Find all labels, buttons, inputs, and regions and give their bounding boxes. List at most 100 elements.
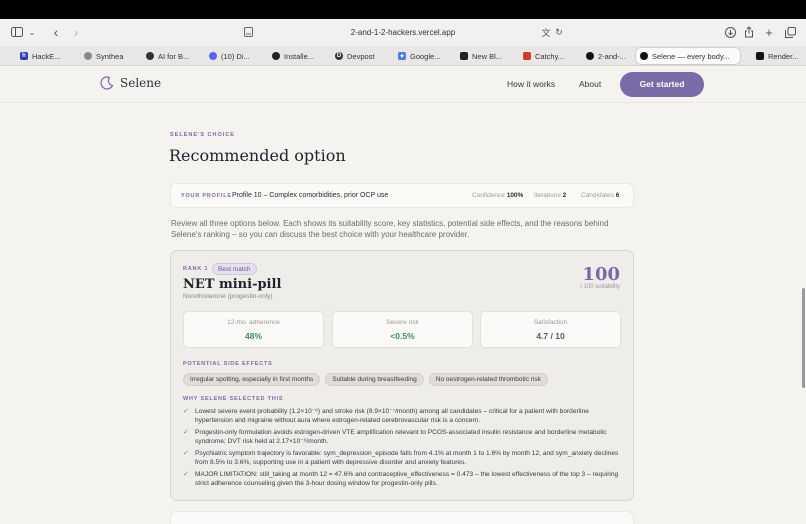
page-scrollbar[interactable]: [802, 288, 805, 388]
check-icon: ✓: [183, 471, 189, 478]
rank-label: RANK 1: [183, 266, 209, 272]
tab-label: AI for B...: [158, 51, 190, 61]
tab-favicon-icon: [84, 52, 92, 60]
tab-2[interactable]: AI for B...: [142, 48, 202, 64]
tab-label: Synthea: [96, 51, 124, 61]
candidates-value: 6: [615, 192, 620, 199]
page-menu-icon[interactable]: [242, 23, 254, 41]
stat-adherence: 12-mo. adherence 48%: [183, 311, 324, 348]
confidence-value: 100%: [506, 192, 524, 199]
profile-label: YOUR PROFILE: [181, 193, 232, 199]
option-subtitle: Norethisterone (progestin-only): [183, 293, 273, 300]
tab-favicon-icon: [460, 52, 468, 60]
iterations-value: 2: [562, 192, 567, 199]
tab-7[interactable]: New Bl...: [456, 48, 516, 64]
tab-strip: h HackE... Synthea AI for B... (10) Di...…: [0, 46, 806, 66]
site-header: Selene How it works About Get started: [0, 66, 806, 103]
reason-text: MAJOR LIMITATION: still_taking at month …: [195, 471, 619, 487]
tab-0[interactable]: h HackE...: [16, 48, 76, 64]
tab-label: 2-and-...: [598, 51, 626, 61]
side-effect-chip: Suitable during breastfeeding: [325, 373, 424, 386]
stat-label: 12-mo. adherence: [227, 319, 280, 326]
tab-label: Catchy...: [535, 51, 565, 61]
reason-item: ✓ Lowest severe event probability (1.2×10…: [183, 408, 623, 425]
tab-4[interactable]: Installe...: [268, 48, 328, 64]
sidebar-toggle-icon[interactable]: [10, 23, 24, 41]
tab-favicon-icon: D: [335, 52, 343, 60]
tab-10-active[interactable]: Selene — every body...: [636, 48, 740, 64]
side-effect-chip: Irregular spotting, especially in first …: [183, 373, 321, 386]
chevron-down-icon[interactable]: ⌄: [27, 23, 37, 41]
tab-label: New Bl...: [472, 51, 503, 61]
stat-value: <0.5%: [390, 331, 415, 341]
tab-favicon-icon: [209, 52, 217, 60]
side-effect-chip: No oestrogen-related thrombotic risk: [428, 373, 548, 386]
profile-summary-bar: YOUR PROFILE Profile 10 – Complex comorb…: [170, 183, 634, 208]
tab-8[interactable]: Catchy...: [519, 48, 579, 64]
tab-label: Render...: [768, 51, 799, 61]
tab-favicon-icon: [523, 52, 531, 60]
tab-favicon-icon: [756, 52, 764, 60]
check-icon: ✓: [183, 408, 189, 415]
tab-9[interactable]: 2-and-...: [582, 48, 632, 64]
tab-1[interactable]: Synthea: [80, 48, 140, 64]
option-card-rank-1: RANK 1 Best match NET mini-pill Norethis…: [170, 250, 634, 501]
brand-logo[interactable]: Selene: [100, 76, 161, 90]
reason-text: Psychiatric symptom trajectory is favora…: [195, 450, 619, 466]
reasons-list: ✓ Lowest severe event probability (1.2×10…: [183, 408, 623, 492]
brand-name: Selene: [120, 76, 162, 90]
profile-value: Profile 10 – Complex comorbidities, prio…: [232, 192, 389, 199]
reload-icon[interactable]: ↻: [554, 23, 564, 41]
option-name: NET mini-pill: [183, 277, 282, 292]
tab-favicon-icon: ✦: [398, 52, 406, 60]
section-eyebrow: SELENE'S CHOICE: [170, 132, 235, 138]
iterations-label: Iterations: [534, 192, 561, 199]
candidates-label: Candidates: [581, 192, 614, 199]
tab-11[interactable]: Render...: [752, 48, 806, 64]
tab-favicon-icon: h: [20, 52, 28, 60]
stat-satisfaction: Satisfaction 4.7 / 10: [480, 311, 621, 348]
address-bar[interactable]: 2-and-1-2-hackers.vercel.app: [300, 24, 506, 41]
tab-overview-icon[interactable]: [783, 23, 797, 41]
downloads-icon[interactable]: [723, 23, 737, 41]
stat-label: Satisfaction: [533, 319, 568, 326]
new-tab-icon[interactable]: +: [763, 23, 775, 41]
tab-label: Devpost: [347, 51, 375, 61]
reason-text: Lowest severe event probability (1.2×10⁻…: [195, 408, 589, 424]
reason-text: Progestin-only formulation avoids estrog…: [195, 429, 607, 445]
get-started-button[interactable]: Get started: [620, 72, 704, 97]
moon-icon: [100, 76, 114, 90]
tab-6[interactable]: ✦ Google...: [394, 48, 454, 64]
tab-label: Installe...: [284, 51, 315, 61]
best-match-badge: Best match: [212, 263, 257, 275]
suitability-score-label: / 100 suitability: [580, 284, 620, 290]
candidates-stat: Candidates 6: [581, 192, 619, 199]
nav-about[interactable]: About: [579, 79, 601, 89]
reason-item: ✓ Psychiatric symptom trajectory is favor…: [183, 450, 623, 467]
tab-favicon-icon: [640, 52, 648, 60]
share-icon[interactable]: [742, 23, 756, 41]
iterations-stat: Iterations 2: [534, 192, 566, 199]
browser-toolbar: ⌄ ‹ › 2-and-1-2-hackers.vercel.app 文 ↻ +: [0, 19, 806, 46]
side-effects-title: POTENTIAL SIDE EFFECTS: [183, 361, 273, 367]
nav-how-it-works[interactable]: How it works: [507, 79, 555, 89]
suitability-score: 100: [582, 264, 620, 285]
tab-label: (10) Di...: [221, 51, 250, 61]
page-title: Recommended option: [169, 146, 346, 165]
back-arrow-icon[interactable]: ‹: [50, 23, 62, 41]
tab-3[interactable]: (10) Di...: [205, 48, 265, 64]
tab-favicon-icon: [272, 52, 280, 60]
reason-item: ✓ MAJOR LIMITATION: still_taking at month…: [183, 471, 623, 488]
top-black-strip: [0, 0, 806, 19]
forward-arrow-icon[interactable]: ›: [70, 23, 82, 41]
tab-favicon-icon: [586, 52, 594, 60]
check-icon: ✓: [183, 450, 189, 457]
side-effects-list: Irregular spotting, especially in first …: [183, 373, 548, 386]
reason-item: ✓ Progestin-only formulation avoids estro…: [183, 429, 623, 446]
translate-icon[interactable]: 文: [540, 23, 552, 41]
tab-5[interactable]: D Devpost: [331, 48, 391, 64]
reasons-title: WHY SELENE SELECTED THIS: [183, 396, 284, 402]
option-card-rank-2: [170, 511, 634, 524]
intro-paragraph: Review all three options below. Each sho…: [171, 219, 609, 239]
tab-favicon-icon: [146, 52, 154, 60]
